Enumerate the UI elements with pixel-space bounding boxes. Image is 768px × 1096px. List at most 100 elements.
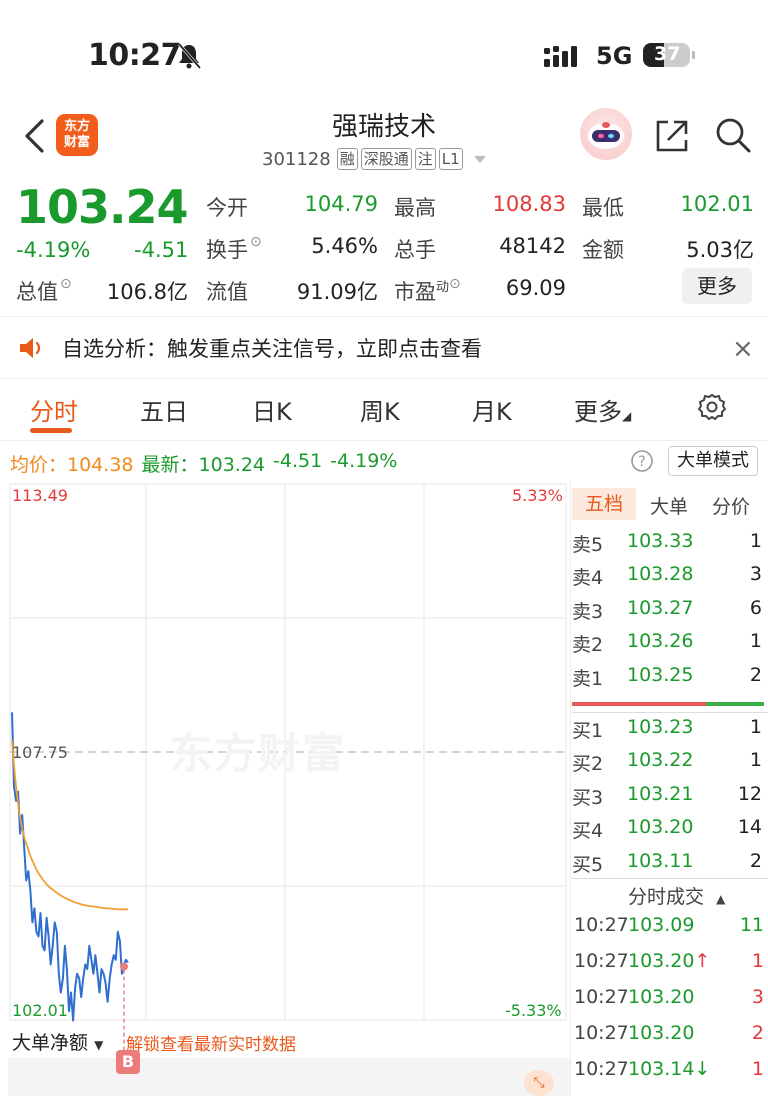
amount-label: 金额	[582, 238, 624, 262]
level-label: 卖5	[572, 534, 604, 556]
tab-daily-k[interactable]: 日K	[252, 392, 292, 427]
trade-row: 10:27 103.09 11	[574, 914, 766, 944]
low-label: 最低	[582, 196, 624, 220]
gear-icon[interactable]	[698, 393, 726, 421]
trade-price-value: 103.20	[628, 986, 695, 1008]
divider	[572, 878, 768, 879]
expand-icon[interactable]: ⤡	[524, 1070, 554, 1096]
intraday-chart[interactable]	[0, 480, 570, 1096]
divider	[0, 440, 768, 441]
level-price: 103.11	[627, 849, 694, 872]
trade-direction-icon: ↑	[694, 950, 711, 972]
tab-weekly-k[interactable]: 周K	[360, 392, 400, 427]
level-price: 103.28	[627, 563, 694, 586]
divider	[572, 712, 768, 713]
trade-row: 10:27 103.20 2	[574, 1022, 766, 1052]
tab-big-orders[interactable]: 大单	[650, 492, 688, 519]
back-icon[interactable]	[22, 118, 46, 154]
trade-direction-icon: ↓	[694, 1058, 711, 1080]
order-level-row: 买1 103.23 1	[572, 716, 764, 746]
trade-volume: 1	[751, 1058, 764, 1080]
buy-marker-badge: B	[116, 1050, 140, 1074]
speaker-icon	[20, 338, 41, 358]
level-price: 103.22	[627, 749, 694, 772]
trade-volume: 11	[739, 914, 764, 936]
latest-change: -4.51	[273, 450, 323, 472]
latest-price-label: 最新：103.24	[142, 450, 266, 477]
corner-triangle-icon: ◢	[622, 409, 632, 423]
trade-price-value: 103.20	[628, 950, 695, 972]
trade-volume: 1	[751, 950, 764, 972]
level-quantity: 1	[749, 716, 762, 738]
big-order-mode-button[interactable]: 大单模式	[668, 446, 758, 476]
info-icon: ⊙	[250, 234, 262, 250]
tab-five-day[interactable]: 五日	[140, 392, 188, 427]
market-cap-label[interactable]: 总值 ⊙	[16, 276, 72, 306]
level-tag: L1	[438, 148, 463, 170]
help-icon[interactable]: ?	[630, 449, 654, 473]
pe-label[interactable]: 市盈动⊙	[394, 276, 461, 306]
avg-label: 均价：	[10, 454, 68, 476]
info-icon: ⊙	[449, 276, 461, 292]
trade-volume: 2	[751, 1022, 764, 1044]
level-quantity: 2	[749, 663, 762, 686]
level-label: 买4	[572, 820, 604, 843]
level-price: 103.21	[627, 782, 694, 805]
stock-subtitle[interactable]: 301128 融 深股通 注 L1	[262, 146, 488, 172]
trades-header[interactable]: 分时成交 ▲	[628, 882, 725, 909]
tab-price-distribution[interactable]: 分价	[712, 492, 750, 519]
collapse-icon: ▲	[716, 892, 726, 906]
y-tick-mid: 107.75	[12, 743, 68, 762]
tab-more[interactable]: 更多◢	[574, 392, 631, 427]
share-icon[interactable]	[654, 118, 690, 154]
tab-monthly-k[interactable]: 月K	[472, 392, 512, 427]
order-level-row: 卖4 103.28 3	[572, 563, 764, 593]
latest-value: 103.24	[198, 454, 265, 476]
svg-text:?: ?	[638, 454, 645, 470]
notice-text[interactable]: 自选分析：触发重点关注信号，立即点击查看	[62, 333, 482, 363]
trade-price: 103.09	[628, 914, 694, 936]
current-price: 103.24	[16, 180, 189, 234]
order-level-row: 买4 103.20 14	[572, 816, 764, 846]
turnover-label[interactable]: 换手 ⊙	[206, 234, 262, 264]
change-percent: -4.19%	[16, 238, 91, 262]
level-price: 103.33	[627, 530, 694, 552]
low-value: 102.01	[680, 192, 754, 216]
sell-ratio-bar	[572, 702, 706, 706]
pe-label-text: 市盈	[394, 280, 436, 304]
tab-timeshare[interactable]: 分时	[30, 392, 78, 427]
volume-value: 48142	[499, 234, 566, 258]
stock-title: 强瑞技术	[331, 112, 436, 142]
high-label: 最高	[394, 196, 436, 220]
stock-code: 301128	[262, 148, 331, 170]
tab-five-levels[interactable]: 五档	[572, 488, 636, 520]
trade-price: 103.14↓	[628, 1058, 710, 1080]
chart-series	[11, 712, 129, 1050]
indicator-row: 均价：104.38 最新：103.24 -4.51 -4.19%	[10, 450, 397, 477]
trade-row: 10:27 103.20↑ 1	[574, 950, 766, 980]
open-value: 104.79	[304, 192, 378, 216]
tab-active-indicator	[30, 428, 72, 433]
big-order-net-select[interactable]: 大单净额 ▼	[12, 1028, 103, 1055]
close-icon[interactable]: ×	[732, 334, 754, 364]
assistant-avatar[interactable]	[580, 108, 632, 160]
battery-indicator: 37	[642, 42, 696, 68]
latest-label: 最新：	[141, 454, 199, 476]
app-logo: 东方 财富	[56, 114, 98, 156]
y-tick-top: 113.49	[12, 486, 68, 505]
trade-price: 103.20	[628, 986, 694, 1008]
float-cap-label: 流值	[206, 280, 248, 304]
amount-value: 5.03亿	[686, 238, 754, 262]
select-label: 大单净额	[12, 1032, 89, 1054]
trade-time: 10:27	[574, 1058, 629, 1080]
level-price: 103.20	[627, 816, 694, 839]
turnover-value: 5.46%	[311, 234, 378, 258]
more-button[interactable]: 更多	[682, 268, 752, 304]
connect-tag: 深股通	[360, 148, 412, 170]
search-icon[interactable]	[714, 116, 752, 154]
unlock-link[interactable]: 解锁查看最新实时数据	[126, 1030, 296, 1055]
avg-price-label: 均价：104.38	[10, 450, 134, 477]
level-label: 卖4	[572, 567, 604, 590]
level-label: 买5	[572, 853, 604, 876]
current-point	[120, 962, 128, 971]
